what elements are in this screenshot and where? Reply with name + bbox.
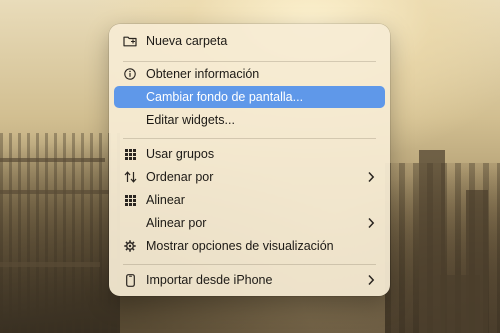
menu-separator	[123, 61, 376, 62]
desktop-context-menu: Nueva carpeta Obtener información Cambia…	[109, 24, 390, 296]
menu-item-sort-by[interactable]: Ordenar por	[114, 166, 385, 188]
menu-item-label: Alinear	[146, 193, 185, 207]
menu-item-label: Alinear por	[146, 216, 207, 230]
menu-item-label: Editar widgets...	[146, 113, 235, 127]
wallpaper-bridge	[0, 158, 105, 162]
wallpaper-tower	[440, 275, 480, 333]
menu-item-label: Importar desde iPhone	[146, 273, 273, 287]
menu-item-edit-widgets[interactable]: Editar widgets...	[114, 109, 385, 131]
chevron-right-icon	[368, 217, 375, 229]
new-folder-icon	[123, 34, 137, 48]
menu-item-label: Mostrar opciones de visualización	[146, 239, 334, 253]
grid-icon	[123, 147, 137, 161]
menu-item-use-stacks[interactable]: Usar grupos	[114, 143, 385, 165]
menu-item-label: Usar grupos	[146, 147, 215, 161]
wallpaper-bridge	[0, 262, 100, 267]
sort-arrows-icon	[123, 170, 137, 184]
wallpaper-bridge	[0, 190, 110, 194]
menu-item-import-from-iphone[interactable]: Importar desde iPhone	[114, 269, 385, 291]
menu-item-clean-up[interactable]: Alinear	[114, 189, 385, 211]
menu-item-label: Nueva carpeta	[146, 34, 228, 48]
gear-icon	[123, 239, 137, 253]
menu-item-get-info[interactable]: Obtener información	[114, 63, 385, 85]
grid-icon	[123, 193, 137, 207]
chevron-right-icon	[368, 171, 375, 183]
info-icon	[123, 67, 137, 81]
menu-item-label: Cambiar fondo de pantalla...	[146, 90, 304, 104]
menu-separator	[123, 264, 376, 265]
menu-item-label: Obtener información	[146, 67, 260, 81]
menu-item-clean-up-by[interactable]: Alinear por	[114, 212, 385, 234]
menu-item-new-folder[interactable]: Nueva carpeta	[114, 30, 385, 52]
menu-separator	[123, 138, 376, 139]
chevron-right-icon	[368, 274, 375, 286]
menu-item-show-view-options[interactable]: Mostrar opciones de visualización	[114, 235, 385, 257]
menu-item-change-wallpaper[interactable]: Cambiar fondo de pantalla...	[114, 86, 385, 108]
wallpaper-city-left	[0, 133, 120, 333]
menu-item-label: Ordenar por	[146, 170, 214, 184]
iphone-icon	[123, 273, 137, 287]
